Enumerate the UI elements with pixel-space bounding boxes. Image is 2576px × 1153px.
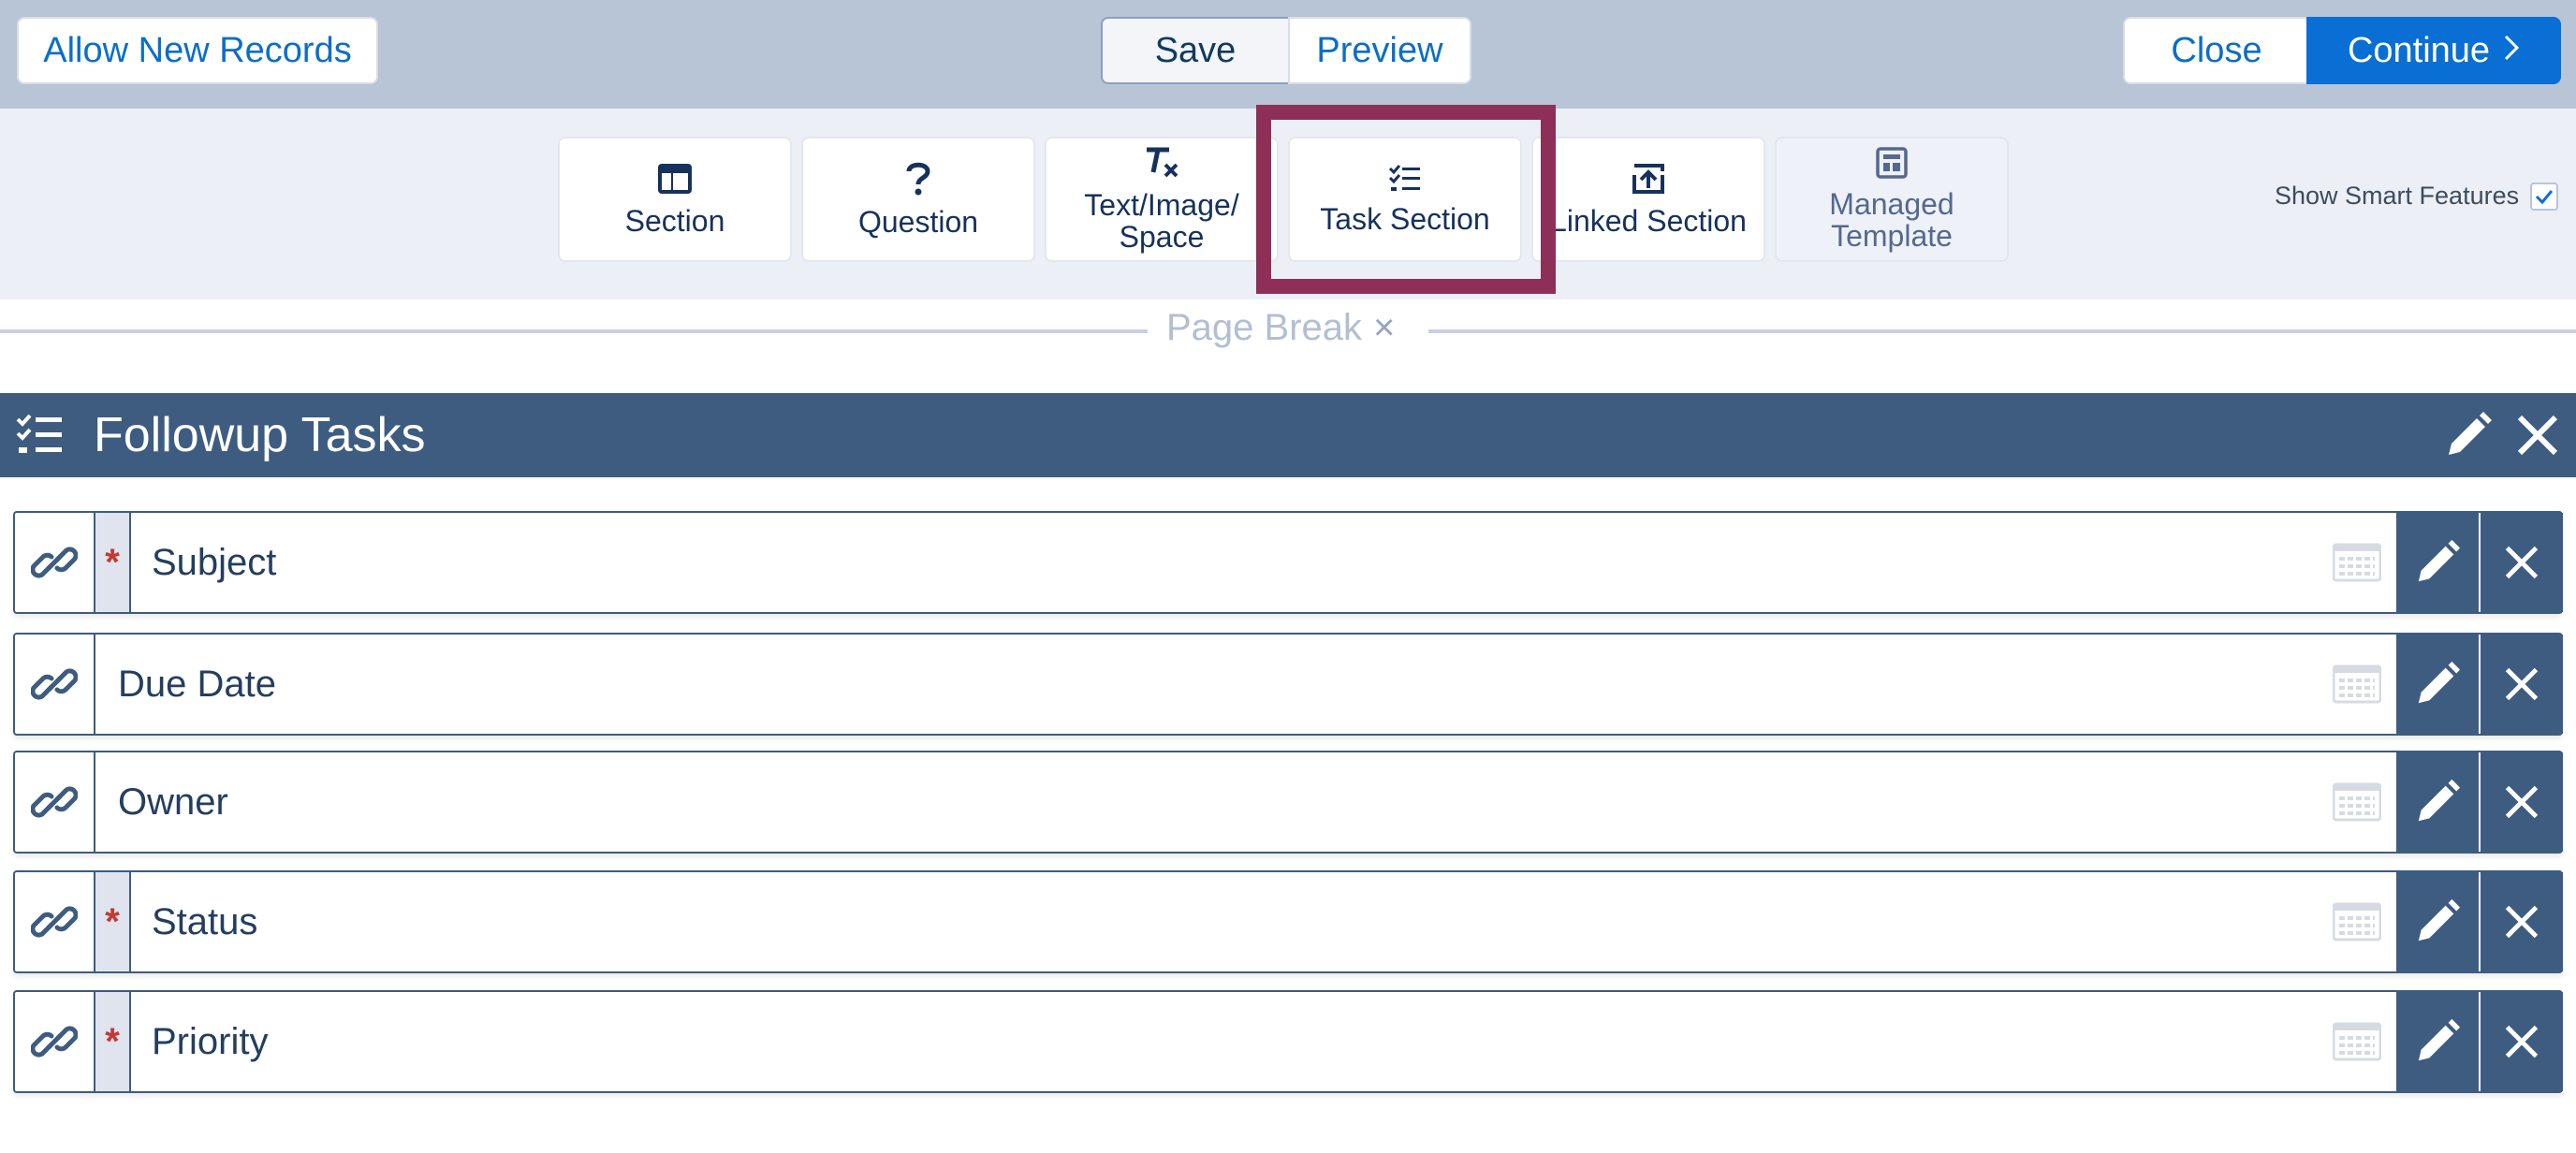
managed-template-tool-label: Managed Template xyxy=(1829,187,1954,253)
pencil-icon xyxy=(2418,1018,2461,1061)
edit-field-button[interactable] xyxy=(2396,752,2479,852)
pencil-icon xyxy=(2418,779,2461,822)
field-row[interactable]: * Priority xyxy=(13,990,2563,1093)
field-label: Priority xyxy=(152,1020,269,1062)
required-marker: * xyxy=(95,513,131,612)
field-label: Owner xyxy=(118,781,228,823)
template-icon xyxy=(1876,147,1908,179)
keyboard-icon xyxy=(2333,543,2381,582)
keyboard-icon xyxy=(2333,1022,2381,1061)
close-icon xyxy=(2505,1025,2539,1058)
edit-field-button[interactable] xyxy=(2396,635,2479,734)
question-icon xyxy=(906,162,930,196)
keyboard-icon xyxy=(2333,782,2381,822)
clear-format-icon xyxy=(1147,147,1178,178)
chevron-right-icon xyxy=(2503,31,2520,70)
remove-page-break-icon[interactable]: × xyxy=(1373,307,1395,349)
page-break-line-left xyxy=(0,329,1148,333)
field-row[interactable]: * Status xyxy=(13,870,2563,973)
section-title: Followup Tasks xyxy=(94,408,426,462)
close-icon xyxy=(2505,546,2539,579)
preview-button[interactable]: Preview xyxy=(1288,17,1471,84)
edit-section-icon[interactable] xyxy=(2443,410,2494,460)
show-smart-features-label: Show Smart Features xyxy=(2275,182,2520,210)
text-image-space-tool-button[interactable]: Text/Image/ Space xyxy=(1045,137,1279,262)
section-icon xyxy=(658,164,692,194)
delete-section-icon[interactable] xyxy=(2512,410,2563,460)
link-icon xyxy=(31,668,78,700)
close-icon xyxy=(2505,905,2539,939)
required-marker: * xyxy=(95,872,131,971)
save-button[interactable]: Save xyxy=(1101,17,1290,84)
continue-label: Continue xyxy=(2347,30,2491,70)
show-smart-features: Show Smart Features xyxy=(2275,182,2559,211)
edit-field-button[interactable] xyxy=(2396,992,2479,1091)
delete-field-button[interactable] xyxy=(2481,635,2563,734)
top-bar: Allow New Records Save Preview Close Con… xyxy=(0,0,2576,109)
page-break-label: Page Break xyxy=(1166,307,1363,348)
checkmark-icon xyxy=(2536,189,2554,204)
edit-field-button[interactable] xyxy=(2396,872,2479,971)
task-list-icon xyxy=(16,414,62,453)
section-tool-label: Section xyxy=(624,204,725,238)
task-section-highlight xyxy=(1256,105,1556,294)
pencil-icon xyxy=(2418,898,2461,941)
link-icon xyxy=(31,786,78,818)
pencil-icon xyxy=(2418,539,2461,582)
page-break: Page Break × xyxy=(1166,307,1395,349)
close-icon xyxy=(2505,667,2539,701)
pencil-icon xyxy=(2418,661,2461,704)
required-marker: * xyxy=(95,992,131,1091)
close-button[interactable]: Close xyxy=(2123,17,2310,84)
keyboard-icon xyxy=(2333,664,2381,704)
link-cell[interactable] xyxy=(15,513,95,612)
continue-button[interactable]: Continue xyxy=(2306,17,2561,84)
field-label: Subject xyxy=(152,541,277,583)
field-row[interactable]: * Subject xyxy=(13,511,2563,614)
field-row[interactable]: Owner xyxy=(13,751,2563,854)
delete-field-button[interactable] xyxy=(2481,752,2563,852)
delete-field-button[interactable] xyxy=(2481,992,2563,1091)
linked-section-tool-label: Linked Section xyxy=(1550,204,1747,238)
allow-new-records-button[interactable]: Allow New Records xyxy=(17,17,378,84)
edit-field-button[interactable] xyxy=(2396,513,2479,612)
page-break-line-right xyxy=(1428,329,2576,333)
field-label: Due Date xyxy=(118,663,276,705)
show-smart-features-checkbox[interactable] xyxy=(2530,182,2559,211)
text-image-space-tool-label: Text/Image/ Space xyxy=(1084,188,1239,254)
link-cell[interactable] xyxy=(15,752,95,852)
close-icon xyxy=(2505,785,2539,819)
delete-field-button[interactable] xyxy=(2481,513,2563,612)
link-cell[interactable] xyxy=(15,872,95,971)
link-icon xyxy=(31,547,78,578)
linked-upload-icon xyxy=(1632,164,1664,194)
linked-section-tool-button[interactable]: Linked Section xyxy=(1531,137,1765,262)
managed-template-tool-button[interactable]: Managed Template xyxy=(1775,137,2009,262)
question-tool-button[interactable]: Question xyxy=(801,137,1035,262)
section-tool-button[interactable]: Section xyxy=(558,137,792,262)
link-cell[interactable] xyxy=(15,635,95,734)
question-tool-label: Question xyxy=(857,205,979,239)
keyboard-icon xyxy=(2333,902,2381,941)
link-cell[interactable] xyxy=(15,992,95,1091)
delete-field-button[interactable] xyxy=(2481,872,2563,971)
field-label: Status xyxy=(152,900,258,942)
link-icon xyxy=(31,906,78,938)
section-header: Followup Tasks xyxy=(0,393,2576,477)
field-row[interactable]: Due Date xyxy=(13,633,2563,736)
link-icon xyxy=(31,1026,78,1058)
